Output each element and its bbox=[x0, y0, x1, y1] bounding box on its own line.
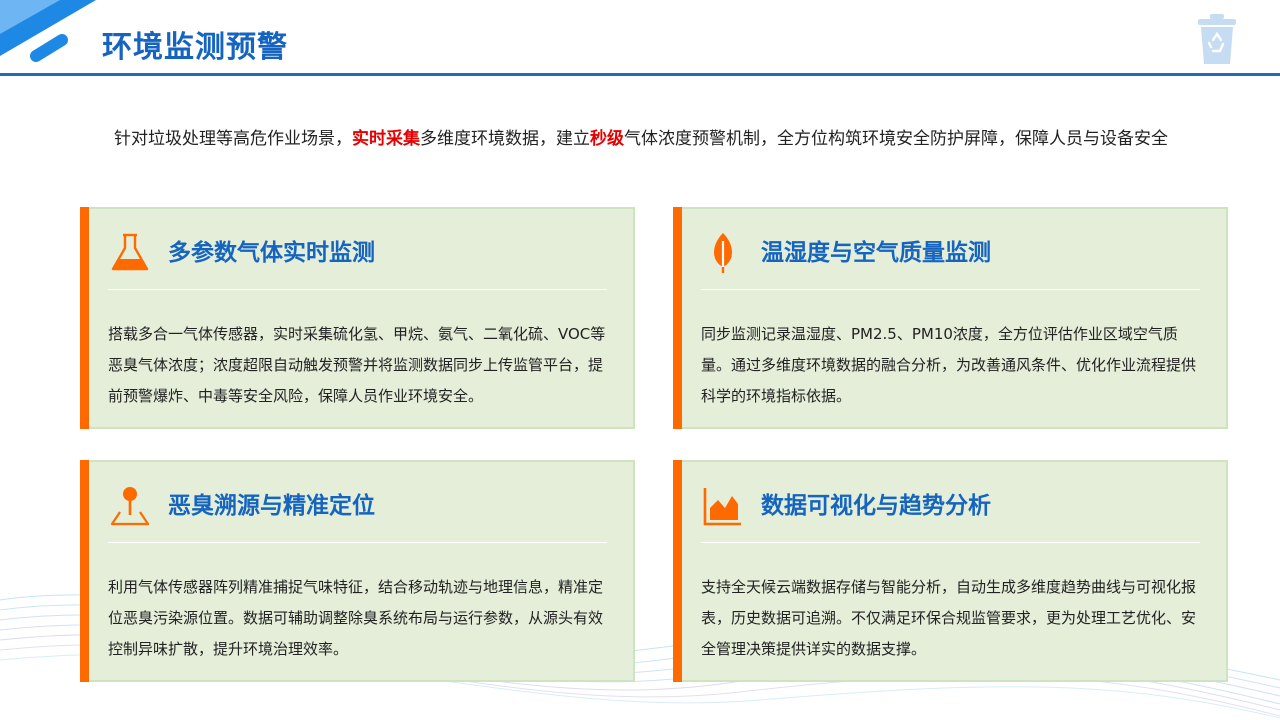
intro-highlight-realtime: 实时采集 bbox=[352, 129, 420, 149]
card-body: 利用气体传感器阵列精准捕捉气味特征，结合移动轨迹与地理信息，精准定位恶臭污染源位… bbox=[108, 578, 604, 658]
feature-card-air-quality: 温湿度与空气质量监测 同步监测记录温湿度、PM2.5、PM10浓度，全方位评估作… bbox=[673, 207, 1228, 429]
area-chart-icon bbox=[703, 488, 741, 526]
header-divider bbox=[0, 73, 1280, 76]
card-divider bbox=[108, 289, 607, 290]
page-title: 环境监测预警 bbox=[102, 30, 288, 65]
intro-text-1: 针对垃圾处理等高危作业场景， bbox=[114, 129, 352, 149]
card-divider bbox=[701, 542, 1200, 543]
recycle-bin-icon bbox=[1198, 14, 1236, 64]
feature-card-gas-monitoring: 多参数气体实时监测 搭载多合一气体传感器，实时采集硫化氢、甲烷、氨气、二氧化硫、… bbox=[80, 207, 635, 429]
card-divider bbox=[701, 289, 1200, 290]
intro-text-3: 气体浓度预警机制，全方位构筑环境安全防护屏障，保障人员与设备安全 bbox=[624, 129, 1168, 149]
intro-text-2: 多维度环境数据，建立 bbox=[420, 129, 590, 149]
flask-icon bbox=[111, 233, 149, 271]
card-title: 数据可视化与趋势分析 bbox=[761, 493, 991, 519]
card-body: 支持全天候云端数据存储与智能分析，自动生成多维度趋势曲线与可视化报表，历史数据可… bbox=[701, 578, 1197, 658]
location-pin-icon bbox=[110, 487, 150, 526]
card-body: 同步监测记录温湿度、PM2.5、PM10浓度，全方位评估作业区域空气质量。通过多… bbox=[701, 325, 1197, 405]
card-body: 搭载多合一气体传感器，实时采集硫化氢、甲烷、氨气、二氧化硫、VOC等恶臭气体浓度… bbox=[108, 325, 606, 405]
card-title: 多参数气体实时监测 bbox=[168, 240, 375, 266]
leaf-icon bbox=[714, 233, 732, 273]
corner-decoration bbox=[0, 0, 96, 62]
card-title: 恶臭溯源与精准定位 bbox=[168, 493, 375, 519]
intro-paragraph: 针对垃圾处理等高危作业场景，实时采集多维度环境数据，建立秒级气体浓度预警机制，全… bbox=[66, 122, 1206, 156]
intro-highlight-seconds: 秒级 bbox=[590, 129, 624, 149]
card-divider bbox=[108, 542, 607, 543]
feature-card-data-visualization: 数据可视化与趋势分析 支持全天候云端数据存储与智能分析，自动生成多维度趋势曲线与… bbox=[673, 460, 1228, 682]
card-title: 温湿度与空气质量监测 bbox=[761, 240, 991, 266]
feature-card-odor-tracing: 恶臭溯源与精准定位 利用气体传感器阵列精准捕捉气味特征，结合移动轨迹与地理信息，… bbox=[80, 460, 635, 682]
